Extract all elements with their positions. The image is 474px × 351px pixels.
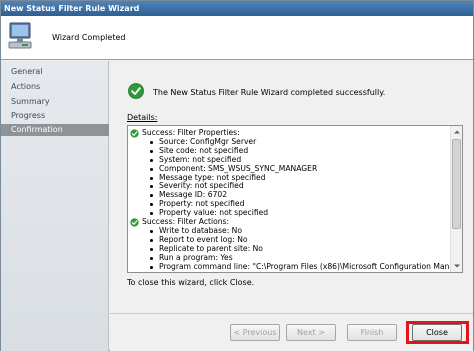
bullet-point [150,167,153,171]
details-content: Success: Filter Properties: Source: Confi… [128,126,450,272]
details-line: Program command line: "C:\Program Files … [159,261,450,271]
next-button-label: Next > [297,328,325,337]
next-button[interactable]: Next > [286,324,336,341]
scroll-down-arrow-icon[interactable] [451,260,462,272]
details-scrollbar[interactable] [450,126,462,272]
details-label: Details: [127,113,158,122]
bullet-point [150,185,153,189]
scrollbar-thumb[interactable] [452,139,461,229]
sidebar-item-label: Progress [11,111,46,120]
sidebar-item-label: Actions [11,82,41,91]
wizard-header: Wizard Completed [1,16,473,60]
wizard-button-bar: < Previous Next > Finish Close [110,313,473,351]
wizard-window: New Status Filter Rule Wizard Wizard Com… [0,0,474,351]
bullet-point [150,247,153,251]
bullet-point [150,176,153,180]
page-title: Wizard Completed [52,33,126,42]
sidebar-item-label: Summary [11,97,50,106]
title-bar: New Status Filter Rule Wizard [1,1,473,16]
previous-button-label: < Previous [233,328,277,337]
bullet-point [150,158,153,162]
bullet-point [150,140,153,144]
confirmation-panel: The New Status Filter Rule Wizard comple… [110,61,473,313]
bullet-point [150,194,153,198]
sidebar-item-label: Confirmation [11,125,63,134]
success-check-icon [130,128,139,138]
bullet-point [150,229,153,233]
success-check-icon [130,217,139,227]
sidebar-item-actions[interactable]: Actions [1,81,109,93]
details-textbox[interactable]: Success: Filter Properties: Source: Confi… [127,125,463,273]
sidebar-item-summary[interactable]: Summary [1,96,109,108]
bullet-point [150,238,153,242]
close-instruction: To close this wizard, click Close. [127,278,255,287]
window-title: New Status Filter Rule Wizard [4,4,140,13]
sidebar-item-progress[interactable]: Progress [1,110,109,122]
bullet-point [150,265,153,269]
green-check-icon [128,83,144,99]
bullet-point [150,212,153,216]
wizard-steps-sidebar: General Actions Summary Progress Confirm… [1,61,109,351]
sidebar-item-general[interactable]: General [1,66,109,78]
previous-button[interactable]: < Previous [230,324,280,341]
status-message: The New Status Filter Rule Wizard comple… [153,88,386,97]
sidebar-item-confirmation[interactable]: Confirmation [1,124,109,136]
scroll-up-arrow-icon[interactable] [451,126,462,138]
bullet-point [150,149,153,153]
finish-button[interactable]: Finish [347,324,397,341]
close-button-highlight [406,321,469,344]
sidebar-item-label: General [11,67,43,76]
finish-button-label: Finish [360,328,384,337]
computer-wizard-icon [8,22,32,49]
bullet-point [150,203,153,207]
bullet-point [150,256,153,260]
